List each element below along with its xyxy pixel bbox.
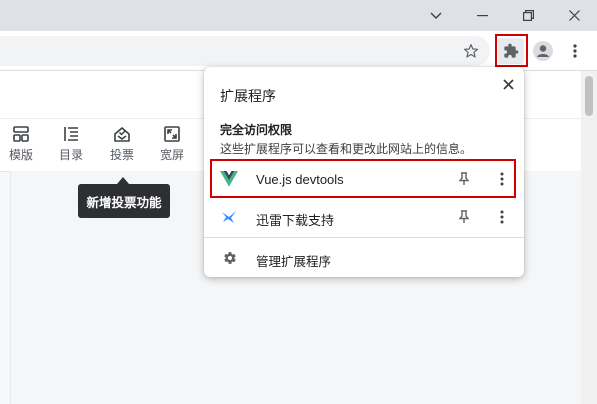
popup-divider — [204, 237, 524, 238]
tool-vote[interactable]: 投票 — [104, 125, 140, 163]
scrollbar-thumb[interactable] — [585, 76, 593, 116]
template-icon — [13, 126, 29, 142]
star-icon — [463, 44, 479, 58]
more-vertical-icon — [573, 44, 577, 58]
minimize-button[interactable] — [459, 0, 505, 31]
bookmark-star-button[interactable] — [458, 38, 484, 64]
vue-devtools-highlight — [210, 159, 516, 198]
browser-menu-button[interactable] — [562, 38, 588, 64]
full-access-heading: 完全访问权限 — [220, 123, 293, 137]
tool-label: 宽屏 — [159, 148, 184, 162]
gear-icon — [222, 250, 238, 266]
thunder-icon — [220, 208, 238, 226]
window-titlebar — [0, 0, 597, 31]
close-icon — [502, 78, 514, 90]
vote-icon — [114, 127, 130, 142]
manage-extensions-button[interactable]: 管理扩展程序 — [204, 243, 524, 273]
tool-toc[interactable]: 目录 — [53, 125, 89, 163]
popup-title: 扩展程序 — [220, 88, 276, 104]
tool-label: 目录 — [58, 148, 83, 162]
manage-extensions-label: 管理扩展程序 — [256, 255, 332, 269]
tool-label: 投票 — [109, 148, 134, 162]
pin-icon — [458, 210, 470, 223]
vote-tooltip: 新增投票功能 — [78, 184, 170, 218]
avatar-icon — [533, 41, 553, 61]
extension-more-button[interactable] — [494, 208, 510, 226]
close-window-button[interactable] — [551, 0, 597, 31]
popup-close-button[interactable] — [497, 73, 519, 95]
minimize-icon — [476, 14, 488, 16]
restore-button[interactable] — [505, 0, 551, 31]
tool-template[interactable]: 模版 — [3, 125, 39, 163]
close-icon — [568, 10, 580, 21]
pin-button[interactable] — [456, 209, 472, 225]
tool-label: 模版 — [8, 148, 33, 162]
tab-search-button[interactable] — [413, 0, 459, 31]
profile-button[interactable] — [530, 38, 556, 64]
extension-item-thunder[interactable]: 迅雷下载支持 — [204, 200, 524, 234]
chevron-down-icon — [430, 12, 442, 19]
tooltip-arrow — [117, 177, 129, 184]
more-vertical-icon — [500, 210, 504, 224]
address-bar[interactable] — [0, 36, 490, 66]
extensions-button-highlight — [495, 34, 528, 67]
full-access-description: 这些扩展程序可以查看和更改此网站上的信息。 — [220, 142, 473, 156]
tool-widescreen[interactable]: 宽屏 — [154, 125, 190, 163]
extension-name: 迅雷下载支持 — [256, 213, 335, 228]
page-scrollbar[interactable] — [581, 71, 597, 404]
widescreen-icon — [164, 126, 180, 142]
toc-icon — [64, 127, 78, 141]
restore-icon — [522, 10, 534, 21]
